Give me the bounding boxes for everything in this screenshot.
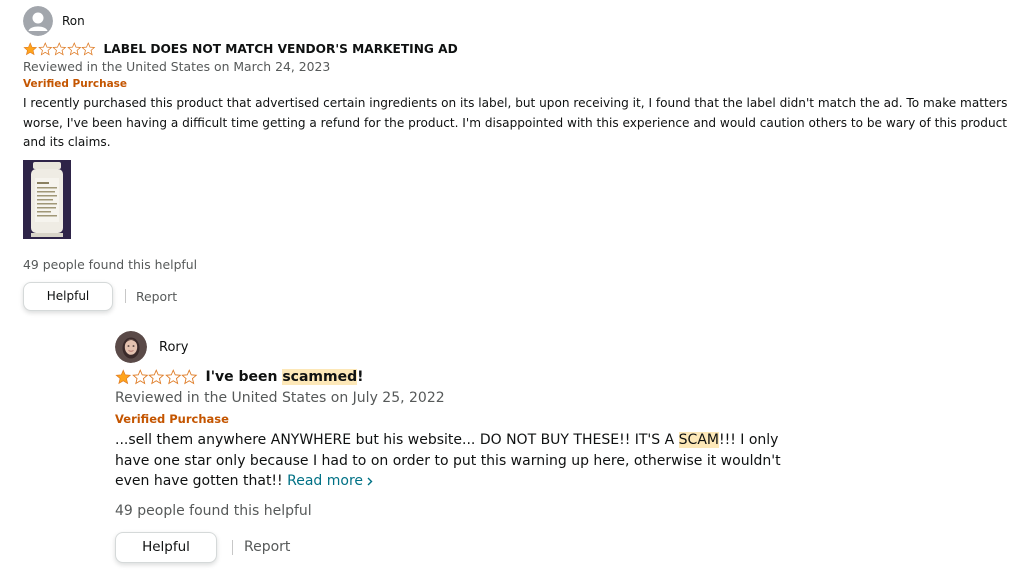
star-outline-icon <box>148 369 165 385</box>
reviewer-profile[interactable]: Ron <box>23 6 1018 36</box>
star-outline-icon <box>52 41 67 55</box>
avatar <box>115 331 147 363</box>
title-highlight: scammed <box>282 369 358 385</box>
review-date: Reviewed in the United States on March 2… <box>23 59 331 74</box>
body-highlight: SCAM <box>678 432 719 448</box>
star-outline-icon <box>164 369 181 385</box>
title-text: I've been <box>205 369 283 385</box>
review-image-thumbnail[interactable] <box>23 159 71 239</box>
helpful-count: 49 people found this helpful <box>23 256 198 272</box>
star-outline-icon <box>66 41 81 55</box>
read-more-label: Read more <box>287 473 364 489</box>
review-title[interactable]: I've been scammed! <box>206 369 364 385</box>
star-icon <box>23 41 38 55</box>
helpful-button[interactable]: Helpful <box>23 281 113 311</box>
helpful-count: 49 people found this helpful <box>115 502 312 519</box>
report-link[interactable]: Report <box>244 539 290 555</box>
review-card: Rory I've been scammed! Reviewed in the … <box>115 331 815 563</box>
reviewer-profile[interactable]: Rory <box>115 331 815 363</box>
divider <box>125 289 126 303</box>
default-avatar-icon <box>23 6 53 36</box>
reviewer-name: Rory <box>159 339 189 355</box>
star-outline-icon <box>81 41 96 55</box>
review-date: Reviewed in the United States on July 25… <box>115 390 445 406</box>
reviewer-name: Ron <box>62 14 85 28</box>
review-body: I recently purchased this product that a… <box>23 96 1008 149</box>
report-link[interactable]: Report <box>136 289 177 304</box>
title-text-end: ! <box>357 369 364 385</box>
star-outline-icon <box>181 369 198 385</box>
star-icon <box>115 369 132 385</box>
star-rating[interactable] <box>23 41 96 56</box>
review-body: ...sell them anywhere ANYWHERE but his w… <box>115 430 795 492</box>
body-text: ...sell them anywhere ANYWHERE but his w… <box>115 432 679 448</box>
star-rating[interactable] <box>115 369 198 385</box>
divider <box>232 539 233 555</box>
helpful-button[interactable]: Helpful <box>115 531 217 563</box>
chevron-right-icon <box>367 477 373 486</box>
verified-purchase-badge: Verified Purchase <box>23 78 128 90</box>
read-more-link[interactable]: Read more <box>287 473 373 489</box>
star-outline-icon <box>37 41 52 55</box>
star-outline-icon <box>131 369 148 385</box>
review-title[interactable]: LABEL DOES NOT MATCH VENDOR'S MARKETING … <box>104 42 458 56</box>
verified-purchase-badge: Verified Purchase <box>115 412 229 426</box>
review-card: Ron LABEL DOES NOT MATCH VENDOR'S MARKET… <box>23 6 1018 311</box>
